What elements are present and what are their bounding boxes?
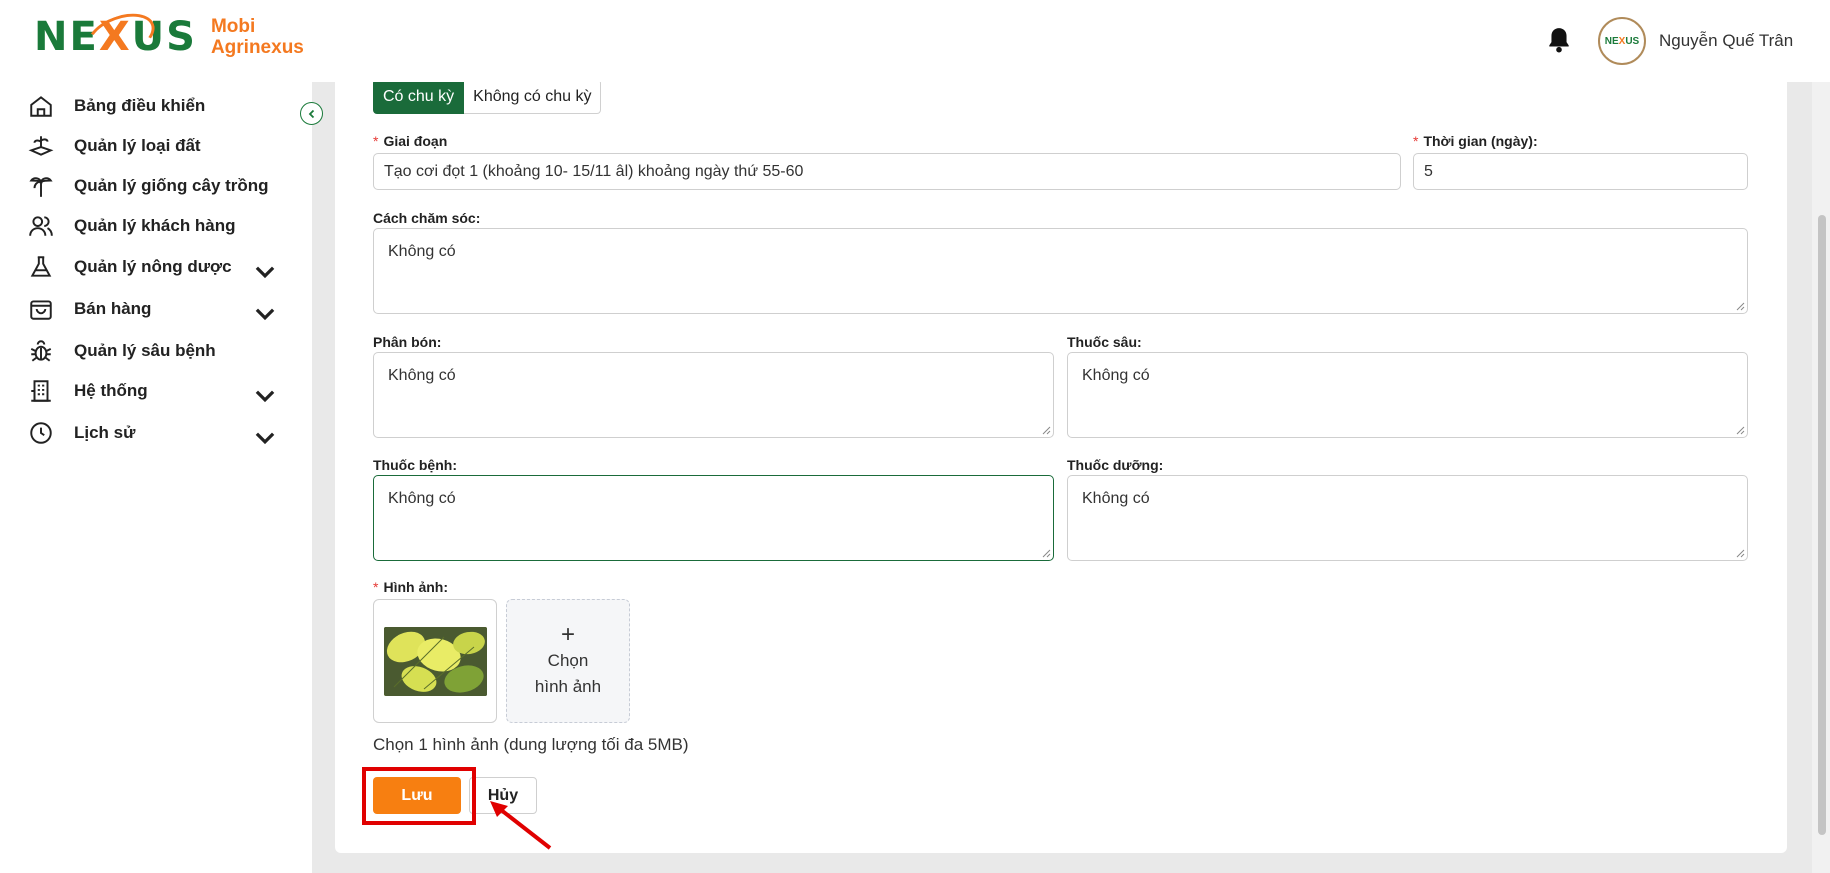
home-icon <box>30 96 52 117</box>
cycle-tabs: Có chu kỳ Không có chu kỳ <box>373 79 602 114</box>
uploaded-image-thumbnail[interactable] <box>373 599 497 723</box>
avatar-logo: NEXUS <box>1604 35 1640 47</box>
bell-icon[interactable] <box>1546 26 1572 54</box>
sidebar-item-pests[interactable]: Quản lý sâu bệnh <box>28 336 298 366</box>
sidebar-item-label: Bảng điều khiển <box>74 96 206 115</box>
resize-handle-icon[interactable] <box>1735 425 1745 435</box>
sidebar-item-sales[interactable]: Bán hàng <box>28 294 298 324</box>
clock-icon <box>30 422 52 444</box>
top-header: NEXUS Mobi Agrinexus NEXUS Nguyễn Quế Tr… <box>0 0 1830 82</box>
sidebar-item-label: Hệ thống <box>74 381 148 400</box>
choose-image-label-line2: hình ảnh <box>534 677 602 696</box>
fertilizer-textarea[interactable]: Không có <box>373 352 1054 438</box>
sidebar: Bảng điều khiển Quản lý loại đất Quản lý… <box>0 82 312 873</box>
fertilizer-value: Không có <box>388 367 456 384</box>
nutrient-label: Thuốc dưỡng: <box>1067 457 1164 473</box>
logo-mark: NEXUS <box>34 5 197 67</box>
sidebar-item-pesticides[interactable]: Quản lý nông dược <box>28 252 298 282</box>
sidebar-item-crop-varieties[interactable]: Quản lý giống cây trồng <box>28 171 298 201</box>
choose-image-button[interactable]: + Chọn hình ảnh <box>506 599 630 723</box>
sidebar-item-history[interactable]: Lịch sử <box>28 418 298 448</box>
chevron-down-icon <box>255 308 275 321</box>
soil-icon <box>28 136 54 156</box>
sidebar-item-system[interactable]: Hệ thống <box>28 376 298 406</box>
duration-input[interactable]: 5 <box>1413 153 1748 190</box>
stage-label: * Giai đoạn <box>373 133 447 149</box>
resize-handle-icon[interactable] <box>1735 301 1745 311</box>
sidebar-item-label: Quản lý nông dược <box>74 257 232 276</box>
stage-label-text: Giai đoạn <box>383 133 448 149</box>
sidebar-item-label: Bán hàng <box>74 299 152 318</box>
duration-label-text: Thời gian (ngày): <box>1423 133 1538 149</box>
sidebar-collapse-button[interactable] <box>300 102 323 125</box>
user-name[interactable]: Nguyễn Quế Trân <box>1659 31 1793 51</box>
tab-with-cycle[interactable]: Có chu kỳ <box>373 79 465 114</box>
care-label: Cách chăm sóc: <box>373 210 481 226</box>
chevron-down-icon <box>255 432 275 445</box>
resize-handle-icon[interactable] <box>1735 548 1745 558</box>
shopping-bag-icon <box>30 300 52 320</box>
disease-medicine-textarea[interactable]: Không có <box>373 475 1054 561</box>
avatar[interactable]: NEXUS <box>1598 17 1646 65</box>
sidebar-item-label: Quản lý sâu bệnh <box>74 341 216 360</box>
logo-text-line1: Mobi <box>210 16 256 37</box>
tab-without-cycle[interactable]: Không có chu kỳ <box>464 79 602 114</box>
scrollbar-thumb[interactable] <box>1818 215 1826 835</box>
duration-label: * Thời gian (ngày): <box>1413 133 1538 149</box>
chevron-down-icon <box>255 390 275 403</box>
palm-tree-icon <box>29 177 53 197</box>
sidebar-item-label: Quản lý khách hàng <box>74 216 236 235</box>
choose-image-label-line1: Chọn <box>547 651 589 670</box>
required-mark: * <box>373 133 379 149</box>
care-textarea[interactable]: Không có <box>373 228 1748 314</box>
insecticide-label: Thuốc sâu: <box>1067 334 1142 350</box>
required-mark: * <box>1413 133 1419 149</box>
stage-input[interactable]: Tạo cơi đọt 1 (khoảng 10- 15/11 âl) khoả… <box>373 153 1401 190</box>
annotation-highlight-box <box>362 767 476 825</box>
sidebar-item-soil-types[interactable]: Quản lý loại đất <box>28 131 298 161</box>
nutrient-value: Không có <box>1082 490 1150 507</box>
plus-icon: + <box>560 621 575 648</box>
sidebar-item-label: Quản lý giống cây trồng <box>74 176 269 195</box>
nutrient-textarea[interactable]: Không có <box>1067 475 1748 561</box>
sidebar-item-customers[interactable]: Quản lý khách hàng <box>28 211 298 241</box>
annotation-arrow-icon <box>490 801 552 850</box>
chevron-left-icon <box>308 109 314 118</box>
insecticide-value: Không có <box>1082 367 1150 384</box>
logo-text: Mobi Agrinexus <box>211 16 304 58</box>
image-size-hint: Chọn 1 hình ảnh (dung lượng tối đa 5MB) <box>373 735 689 754</box>
building-icon <box>31 380 51 402</box>
disease-medicine-label: Thuốc bệnh: <box>373 457 457 473</box>
users-icon <box>29 216 53 236</box>
insecticide-textarea[interactable]: Không có <box>1067 352 1748 438</box>
image-label: * Hình ảnh: <box>373 579 448 595</box>
sidebar-item-label: Lịch sử <box>74 423 136 442</box>
logo-text-line2: Agrinexus <box>210 37 304 58</box>
sidebar-item-dashboard[interactable]: Bảng điều khiển <box>28 91 298 121</box>
leaf-illustration <box>384 627 487 696</box>
care-value: Không có <box>388 243 456 260</box>
disease-medicine-value: Không có <box>388 490 456 507</box>
required-mark: * <box>373 579 379 595</box>
bug-icon <box>30 340 52 362</box>
resize-handle-icon[interactable] <box>1041 425 1051 435</box>
fertilizer-label: Phân bón: <box>373 334 442 350</box>
sidebar-item-label: Quản lý loại đất <box>74 136 201 155</box>
leaf-photo <box>384 627 487 696</box>
chevron-down-icon <box>255 266 275 279</box>
brand-logo[interactable]: NEXUS Mobi Agrinexus <box>34 5 304 67</box>
flask-icon <box>30 256 52 277</box>
resize-handle-icon[interactable] <box>1041 548 1051 558</box>
image-label-text: Hình ảnh: <box>383 579 448 595</box>
